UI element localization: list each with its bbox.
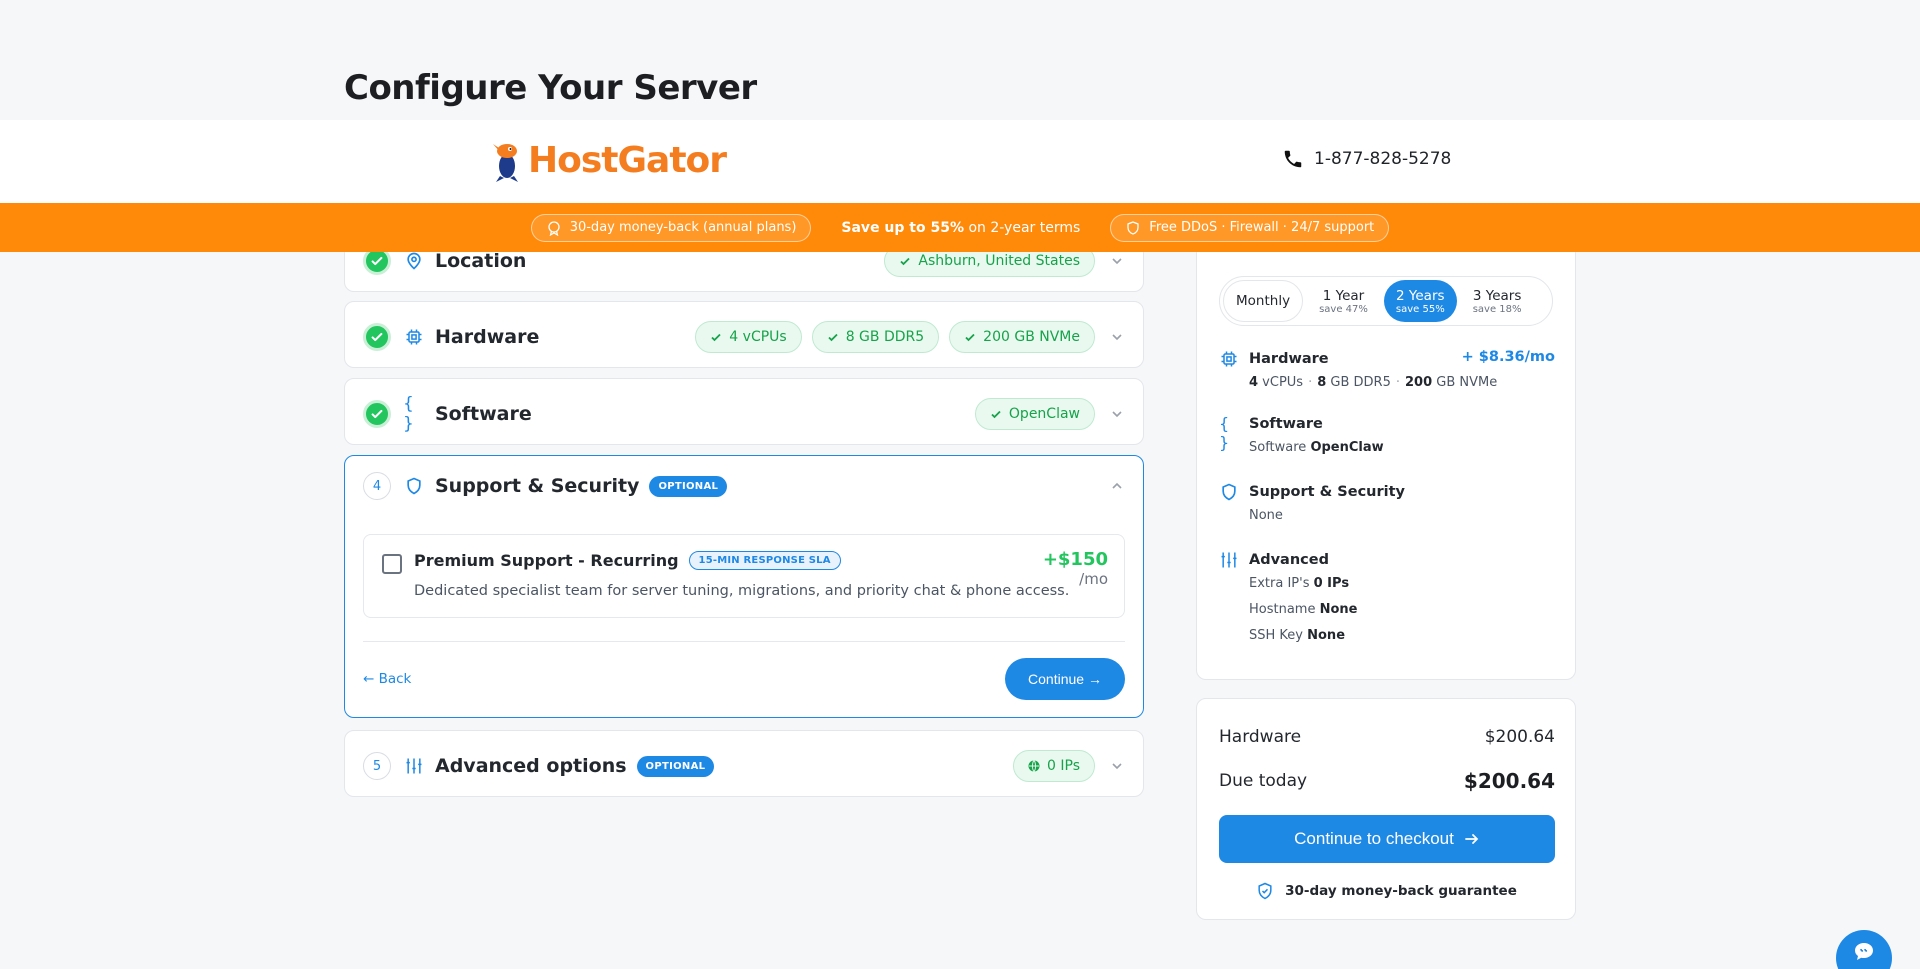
code-braces-icon: { } — [1219, 414, 1230, 452]
section-support-security: 4 Support & Security OPTIONAL Premium Su… — [344, 455, 1144, 718]
cpu-chip-icon — [403, 326, 425, 348]
globe-icon — [1028, 760, 1040, 772]
totals-hardware-value: $200.64 — [1484, 727, 1555, 747]
due-today-value: $200.64 — [1463, 769, 1555, 793]
option-description: Dedicated specialist team for server tun… — [414, 583, 1070, 599]
hostgator-logo[interactable]: HostGator — [490, 138, 727, 182]
term-2-years[interactable]: 2 Years save 55% — [1383, 280, 1457, 322]
order-summary: Monthly 1 Year save 47% 2 Years save 55% 3… — [1196, 180, 1576, 680]
promo-savings: Save up to 55% on 2-year terms — [841, 219, 1081, 236]
step-number: 5 — [363, 752, 391, 780]
location-pin-icon — [403, 250, 425, 272]
money-back-guarantee: 30-day money-back guarantee — [1197, 881, 1575, 901]
phone-number[interactable]: 1-877-828-5278 — [1282, 148, 1451, 170]
chat-bubble-icon — [1855, 943, 1873, 960]
section-title: Advanced options — [435, 755, 627, 777]
section-hardware[interactable]: Hardware 4 vCPUs 8 GB DDR5 200 GB NVMe — [344, 301, 1144, 368]
option-title: Premium Support - Recurring — [414, 551, 679, 570]
chat-button[interactable] — [1836, 930, 1892, 969]
gator-mascot-icon — [493, 144, 518, 182]
step-number: 4 — [363, 472, 391, 500]
hardware-tag-disk: 200 GB NVMe — [949, 321, 1095, 353]
cpu-chip-icon — [1219, 349, 1239, 369]
continue-button[interactable]: Continue → — [1005, 658, 1125, 700]
check-icon — [965, 333, 975, 342]
order-totals: Hardware $200.64 Due today $200.64 Conti… — [1196, 698, 1576, 920]
badge-icon — [548, 220, 560, 236]
sliders-icon — [403, 755, 425, 777]
optional-badge: OPTIONAL — [649, 475, 728, 497]
section-title: Hardware — [435, 326, 540, 348]
premium-support-option[interactable]: Premium Support - Recurring 15-MIN RESPO… — [363, 534, 1125, 618]
term-3-years[interactable]: 3 Years save 18% — [1461, 280, 1534, 322]
premium-support-checkbox[interactable] — [382, 554, 402, 574]
security-pill: Free DDoS · Firewall · 24/7 support — [1110, 213, 1390, 242]
totals-hardware-label: Hardware — [1219, 727, 1302, 747]
code-braces-icon: { } — [403, 394, 414, 434]
phone-icon — [1284, 150, 1302, 168]
term-1-year[interactable]: 1 Year save 47% — [1307, 280, 1380, 322]
shield-icon — [403, 475, 425, 497]
site-header: HostGator 1-877-828-5278 — [0, 120, 1920, 203]
option-price: +$150 — [1042, 549, 1108, 570]
section-advanced-options[interactable]: 5 Advanced options OPTIONAL 0 IPs — [344, 730, 1144, 797]
software-tag: OpenClaw — [974, 398, 1095, 430]
section-title: Support & Security — [435, 475, 640, 497]
complete-check-icon — [363, 400, 391, 428]
promo-banner: 30-day money-back (annual plans) Save up… — [0, 203, 1920, 252]
arrow-right-icon — [1464, 834, 1479, 844]
shield-check-icon — [1258, 882, 1272, 900]
hardware-tag-ram: 8 GB DDR5 — [811, 321, 940, 353]
section-title: Software — [435, 403, 532, 425]
money-back-pill: 30-day money-back (annual plans) — [530, 213, 812, 242]
hardware-tag-cpu: 4 vCPUs — [695, 321, 802, 353]
shield-icon — [1127, 220, 1139, 235]
check-icon — [991, 410, 1001, 419]
billing-term-selector: Monthly 1 Year save 47% 2 Years save 55% 3… — [1219, 276, 1553, 326]
check-icon — [828, 333, 838, 342]
chevron-down-icon[interactable] — [1109, 253, 1125, 269]
complete-check-icon — [363, 323, 391, 351]
hardware-price: + $8.36/mo — [1461, 349, 1555, 365]
chevron-down-icon[interactable] — [1109, 406, 1125, 422]
back-link[interactable]: ← Back — [363, 671, 411, 687]
check-icon — [900, 257, 911, 266]
shield-icon — [1219, 482, 1239, 502]
optional-badge: OPTIONAL — [636, 755, 715, 777]
chevron-down-icon[interactable] — [1109, 758, 1125, 774]
ips-tag: 0 IPs — [1013, 750, 1095, 782]
chevron-down-icon[interactable] — [1109, 329, 1125, 345]
section-title: Location — [435, 250, 527, 272]
sliders-icon — [1219, 550, 1239, 570]
due-today-label: Due today — [1219, 771, 1308, 791]
check-icon — [711, 333, 721, 342]
chevron-up-icon[interactable] — [1109, 478, 1125, 494]
divider — [363, 641, 1125, 642]
sla-badge: 15-MIN RESPONSE SLA — [688, 551, 841, 570]
hardware-specs: 4 vCPUs · 8 GB DDR5 · 200 GB NVMe — [1249, 375, 1498, 390]
option-period: /mo — [1079, 570, 1108, 588]
page-title: Configure Your Server — [344, 68, 757, 108]
term-monthly[interactable]: Monthly — [1223, 280, 1304, 322]
section-software[interactable]: { } Software OpenClaw — [344, 378, 1144, 445]
continue-to-checkout-button[interactable]: Continue to checkout — [1219, 815, 1555, 863]
